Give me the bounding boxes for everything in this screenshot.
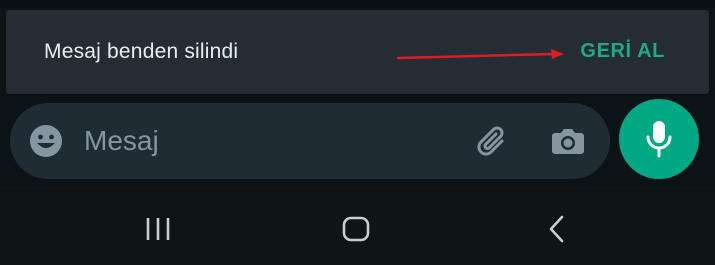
snackbar-message: Mesaj benden silindi bbox=[44, 40, 239, 63]
undo-snackbar: Mesaj benden silindi GERİ AL bbox=[6, 10, 709, 94]
home-icon[interactable] bbox=[334, 208, 378, 252]
chat-top-strip bbox=[0, 0, 715, 8]
paperclip-icon[interactable] bbox=[472, 119, 516, 163]
message-composer bbox=[10, 103, 610, 179]
undo-button[interactable]: GERİ AL bbox=[580, 40, 665, 63]
emoji-icon[interactable] bbox=[28, 123, 64, 159]
back-icon[interactable] bbox=[534, 208, 578, 252]
recent-apps-icon[interactable] bbox=[136, 208, 180, 252]
mic-icon bbox=[646, 121, 672, 158]
camera-icon[interactable] bbox=[548, 121, 588, 161]
message-input[interactable] bbox=[84, 121, 444, 161]
voice-record-button[interactable] bbox=[619, 99, 699, 179]
system-navigation-bar bbox=[0, 186, 715, 265]
